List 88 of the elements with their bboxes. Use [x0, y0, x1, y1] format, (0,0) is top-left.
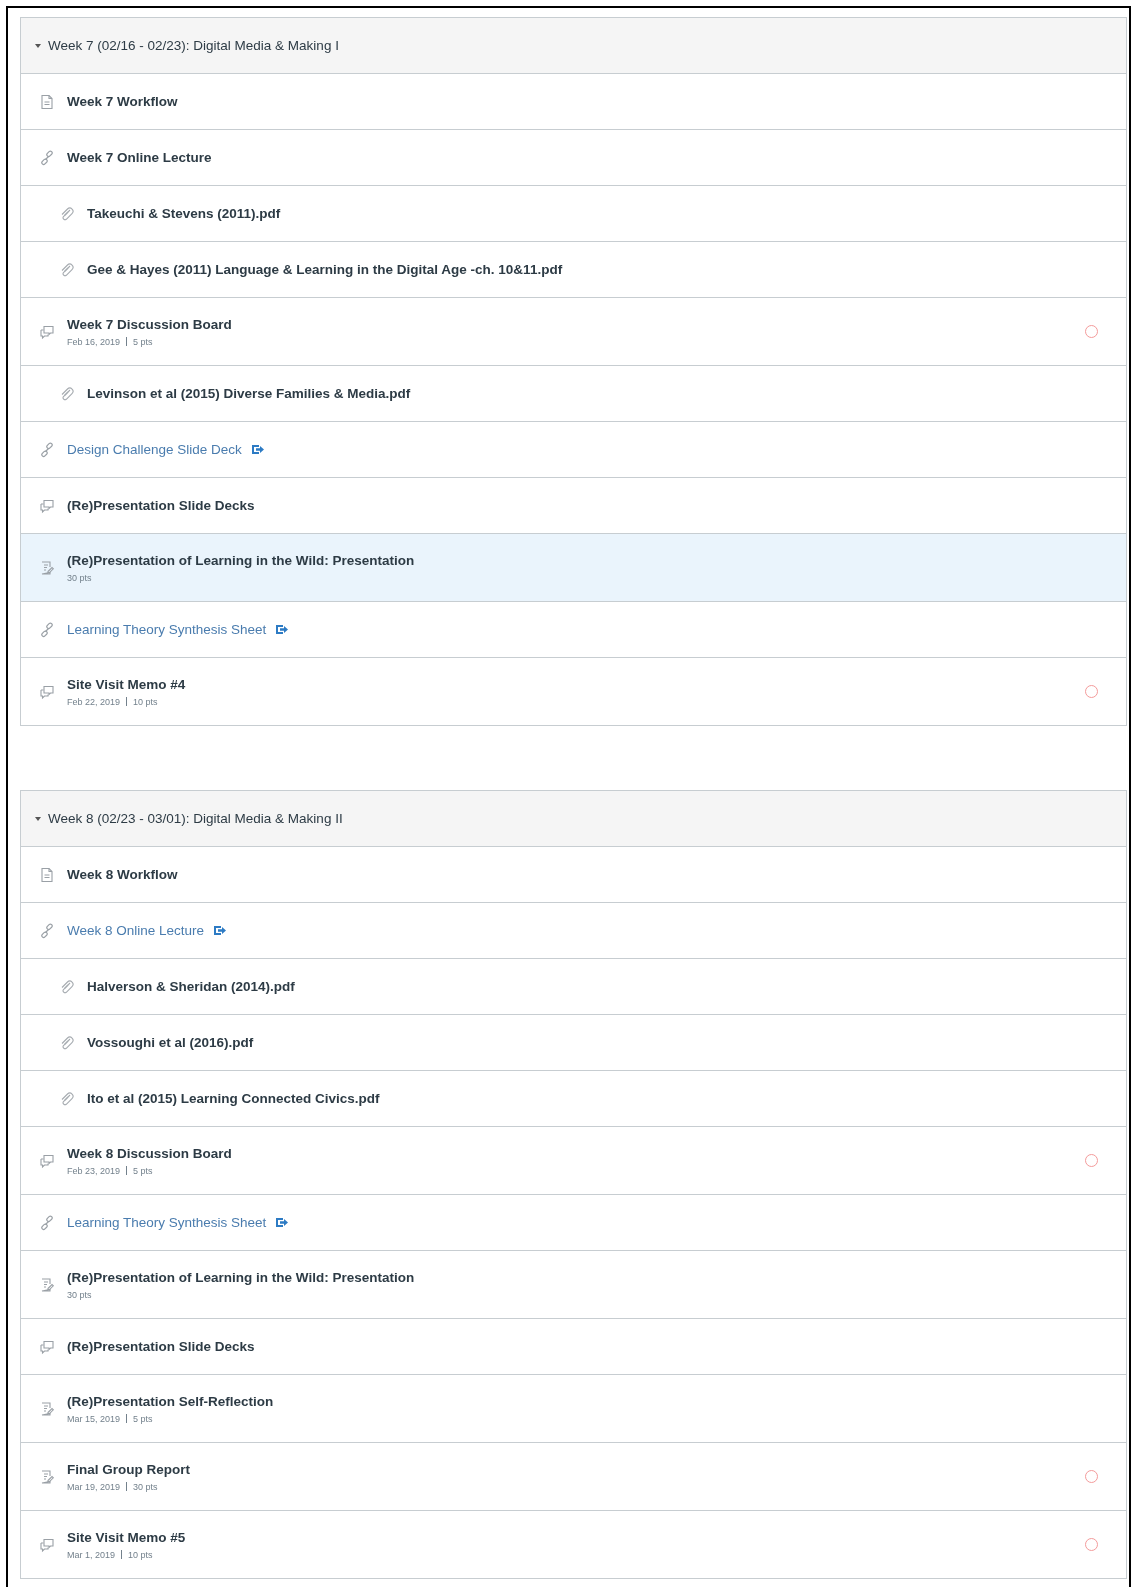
- item-title[interactable]: (Re)Presentation Self-Reflection: [67, 1393, 274, 1409]
- page-icon: [39, 93, 55, 110]
- module-item[interactable]: Levinson et al (2015) Diverse Families & Media.pdf: [21, 366, 1126, 422]
- points: 5 pts: [133, 1413, 153, 1424]
- item-title[interactable]: Week 7 Discussion Board: [67, 316, 232, 332]
- module-item[interactable]: Week 8 Discussion Board Feb 23, 2019 5 pts: [21, 1127, 1126, 1195]
- module-item[interactable]: Ito et al (2015) Learning Connected Civics.pdf: [21, 1071, 1126, 1127]
- module-item[interactable]: Learning Theory Synthesis Sheet: [21, 1195, 1126, 1251]
- discussion-icon: [39, 1338, 55, 1355]
- caret-icon: [35, 815, 41, 822]
- item-title[interactable]: (Re)Presentation Slide Decks: [67, 1339, 255, 1354]
- page-icon: [39, 866, 55, 883]
- points: 5 pts: [133, 336, 153, 347]
- module-header[interactable]: Week 8 (02/23 - 03/01): Digital Media & Making II: [21, 791, 1126, 847]
- link-icon: [39, 621, 55, 638]
- paperclip-icon: [59, 205, 75, 222]
- assignment-icon: [39, 1400, 55, 1417]
- item-title[interactable]: Levinson et al (2015) Diverse Families & Media.pdf: [87, 386, 411, 401]
- item-title[interactable]: Gee & Hayes (2011) Language & Learning in the Digital Age -ch. 10&11.pdf: [87, 262, 563, 277]
- due-date: Mar 19, 2019: [67, 1481, 121, 1492]
- module-item[interactable]: Week 7 Discussion Board Feb 16, 2019 5 pts: [21, 298, 1126, 366]
- module-item[interactable]: Final Group Report Mar 19, 2019 30 pts: [21, 1443, 1126, 1511]
- points: 5 pts: [133, 1165, 153, 1176]
- module-item[interactable]: Week 7 Workflow: [21, 74, 1126, 130]
- due-date: Feb 22, 2019: [67, 696, 121, 707]
- module-header[interactable]: Week 7 (02/16 - 02/23): Digital Media & Making I: [21, 18, 1126, 74]
- item-title[interactable]: Week 8 Workflow: [67, 867, 178, 882]
- module-item[interactable]: Site Visit Memo #5 Mar 1, 2019 10 pts: [21, 1511, 1126, 1578]
- points: 10 pts: [133, 696, 158, 707]
- module-item[interactable]: (Re)Presentation of Learning in the Wild: Presentation 30 pts: [21, 534, 1126, 602]
- item-title[interactable]: Ito et al (2015) Learning Connected Civics.pdf: [87, 1091, 380, 1106]
- link-icon: [39, 441, 55, 458]
- paperclip-icon: [59, 1034, 75, 1051]
- due-date: Mar 15, 2019: [67, 1413, 121, 1424]
- item-title[interactable]: Site Visit Memo #5: [67, 1529, 186, 1545]
- module-item[interactable]: Week 8 Online Lecture: [21, 903, 1126, 959]
- item-title[interactable]: (Re)Presentation Slide Decks: [67, 498, 255, 513]
- assignment-icon: [39, 559, 55, 576]
- module-item[interactable]: Design Challenge Slide Deck: [21, 422, 1126, 478]
- item-title[interactable]: Halverson & Sheridan (2014).pdf: [87, 979, 295, 994]
- points: 30 pts: [67, 1289, 92, 1300]
- assignment-icon: [39, 1276, 55, 1293]
- discussion-icon: [39, 683, 55, 700]
- item-link[interactable]: Design Challenge Slide Deck: [67, 442, 242, 457]
- item-title[interactable]: Week 7 Workflow: [67, 94, 178, 109]
- item-title[interactable]: Site Visit Memo #4: [67, 676, 186, 692]
- item-title[interactable]: Vossoughi et al (2016).pdf: [87, 1035, 254, 1050]
- module-item[interactable]: Takeuchi & Stevens (2011).pdf: [21, 186, 1126, 242]
- module-item[interactable]: Halverson & Sheridan (2014).pdf: [21, 959, 1126, 1015]
- paperclip-icon: [59, 385, 75, 402]
- points: 30 pts: [133, 1481, 158, 1492]
- points: 30 pts: [67, 572, 92, 583]
- due-date: Feb 16, 2019: [67, 336, 121, 347]
- discussion-icon: [39, 323, 55, 340]
- module-item[interactable]: Vossoughi et al (2016).pdf: [21, 1015, 1126, 1071]
- module-item[interactable]: (Re)Presentation Self-Reflection Mar 15, 2019 5 pts: [21, 1375, 1126, 1443]
- caret-icon: [35, 42, 41, 49]
- item-title[interactable]: Week 7 Online Lecture: [67, 150, 212, 165]
- paperclip-icon: [59, 261, 75, 278]
- item-link[interactable]: Week 8 Online Lecture: [67, 923, 205, 938]
- discussion-icon: [39, 1536, 55, 1553]
- module-item[interactable]: Learning Theory Synthesis Sheet: [21, 602, 1126, 658]
- module-item[interactable]: (Re)Presentation of Learning in the Wild: Presentation 30 pts: [21, 1251, 1126, 1319]
- module-item[interactable]: Site Visit Memo #4 Feb 22, 2019 10 pts: [21, 658, 1126, 725]
- item-title[interactable]: (Re)Presentation of Learning in the Wild: Presentation: [67, 1269, 415, 1285]
- module-item[interactable]: Week 8 Workflow: [21, 847, 1126, 903]
- due-date: Mar 1, 2019: [67, 1549, 116, 1560]
- item-title[interactable]: Final Group Report: [67, 1461, 190, 1477]
- due-date: Feb 23, 2019: [67, 1165, 121, 1176]
- item-link[interactable]: Learning Theory Synthesis Sheet: [67, 1215, 267, 1230]
- item-title[interactable]: (Re)Presentation of Learning in the Wild: Presentation: [67, 552, 415, 568]
- module-item[interactable]: Gee & Hayes (2011) Language & Learning in the Digital Age -ch. 10&11.pdf: [21, 242, 1126, 298]
- link-icon: [39, 922, 55, 939]
- module-title: Week 7 (02/16 - 02/23): Digital Media & Making I: [48, 38, 339, 53]
- points: 10 pts: [128, 1549, 153, 1560]
- paperclip-icon: [59, 1090, 75, 1107]
- module-item[interactable]: Week 7 Online Lecture: [21, 130, 1126, 186]
- discussion-icon: [39, 1152, 55, 1169]
- link-icon: [39, 1214, 55, 1231]
- module-title: Week 8 (02/23 - 03/01): Digital Media & Making II: [48, 811, 343, 826]
- item-title[interactable]: Takeuchi & Stevens (2011).pdf: [87, 206, 281, 221]
- paperclip-icon: [59, 978, 75, 995]
- discussion-icon: [39, 497, 55, 514]
- item-link[interactable]: Learning Theory Synthesis Sheet: [67, 622, 267, 637]
- item-title[interactable]: Week 8 Discussion Board: [67, 1145, 232, 1161]
- module-item[interactable]: (Re)Presentation Slide Decks: [21, 1319, 1126, 1375]
- assignment-icon: [39, 1468, 55, 1485]
- link-icon: [39, 149, 55, 166]
